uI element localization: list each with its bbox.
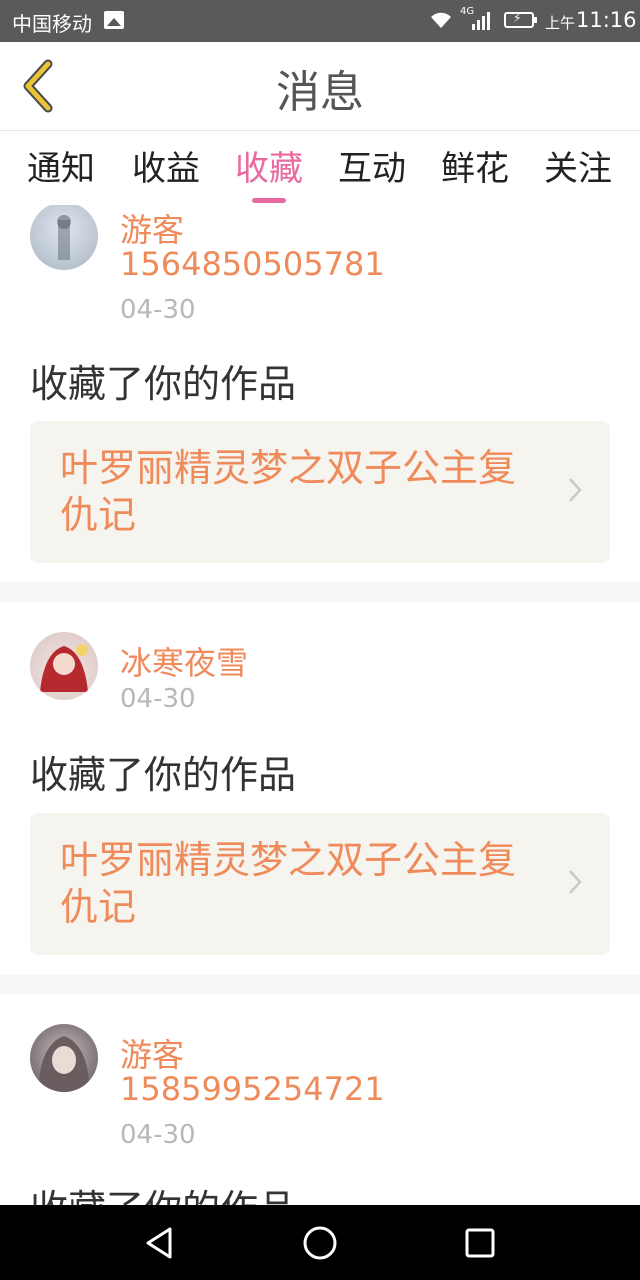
action-text: 收藏了你的作品 — [30, 362, 297, 406]
user-id: 1585995254721 — [120, 1070, 385, 1108]
tab-flowers[interactable]: 鲜花 — [433, 141, 517, 203]
ampm-label: 上午 — [545, 14, 576, 32]
avatar-image — [57, 215, 71, 260]
tab-label: 收藏 — [235, 149, 303, 189]
work-title: 叶罗丽精灵梦之双子公主复仇记 — [60, 838, 517, 929]
list-item: 游客 1564850505781 04-30 收藏了你的作品 叶罗丽精灵梦之双子… — [0, 205, 640, 582]
avatar-image — [38, 1036, 90, 1092]
action-text: 收藏了你的作品 — [30, 1178, 296, 1205]
avatar[interactable] — [30, 205, 98, 270]
tab-label: 关注 — [544, 149, 612, 189]
list-item: 游客 1585995254721 04-30 收藏了你的作品 — [0, 994, 640, 1205]
page-title: 消息 — [276, 67, 364, 118]
list-item: 冰寒夜雪 04-30 收藏了你的作品 叶罗丽精灵梦之双子公主复仇记 — [0, 602, 640, 975]
carrier-label: 中国移动 — [12, 12, 92, 36]
user-id: 1564850505781 — [120, 245, 385, 283]
signal-icon — [472, 10, 494, 30]
username[interactable]: 冰寒夜雪 — [120, 638, 248, 684]
tab-label: 通知 — [27, 149, 95, 189]
tab-label: 鲜花 — [441, 149, 509, 189]
message-list[interactable]: 游客 1564850505781 04-30 收藏了你的作品 叶罗丽精灵梦之双子… — [0, 205, 640, 1205]
avatar-image — [40, 644, 88, 692]
tab-earnings[interactable]: 收益 — [124, 141, 208, 203]
work-title: 叶罗丽精灵梦之双子公主复仇记 — [60, 446, 517, 537]
work-link[interactable]: 叶罗丽精灵梦之双子公主复仇记 — [30, 421, 610, 563]
tab-underline-active — [252, 198, 286, 203]
chevron-right-icon — [569, 478, 582, 502]
wifi-icon — [431, 12, 451, 28]
item-date: 04-30 — [120, 1120, 196, 1150]
tab-underline — [44, 198, 78, 203]
system-nav-bar — [0, 1205, 640, 1280]
avatar[interactable] — [30, 632, 98, 700]
tab-label: 收益 — [132, 149, 200, 189]
tab-notice[interactable]: 通知 — [19, 141, 103, 203]
app-header: 消息 — [0, 42, 640, 131]
clock-time: 11:16 — [576, 8, 637, 32]
avatar[interactable] — [30, 1024, 98, 1092]
tab-label: 互动 — [338, 149, 406, 189]
action-text: 收藏了你的作品 — [30, 753, 297, 797]
tab-underline — [149, 198, 183, 203]
tab-bar: 通知 收益 收藏 互动 鲜花 关注 — [0, 131, 640, 205]
chevron-right-icon — [569, 870, 582, 894]
tab-interaction[interactable]: 互动 — [330, 141, 414, 203]
image-notification-icon — [104, 11, 124, 29]
item-date: 04-30 — [120, 684, 196, 714]
tab-underline — [355, 198, 389, 203]
tab-underline — [458, 198, 492, 203]
tab-underline — [561, 198, 595, 203]
battery-icon — [504, 11, 537, 28]
nav-recent-icon[interactable] — [460, 1223, 500, 1263]
tab-follow[interactable]: 关注 — [536, 141, 620, 203]
tab-favorites[interactable]: 收藏 — [227, 141, 311, 203]
status-bar: 中国移动 4G 上午 11:16 — [0, 0, 640, 42]
nav-home-icon[interactable] — [300, 1223, 340, 1263]
nav-back-icon[interactable] — [140, 1223, 180, 1263]
item-date: 04-30 — [120, 295, 196, 325]
work-link[interactable]: 叶罗丽精灵梦之双子公主复仇记 — [30, 813, 610, 955]
